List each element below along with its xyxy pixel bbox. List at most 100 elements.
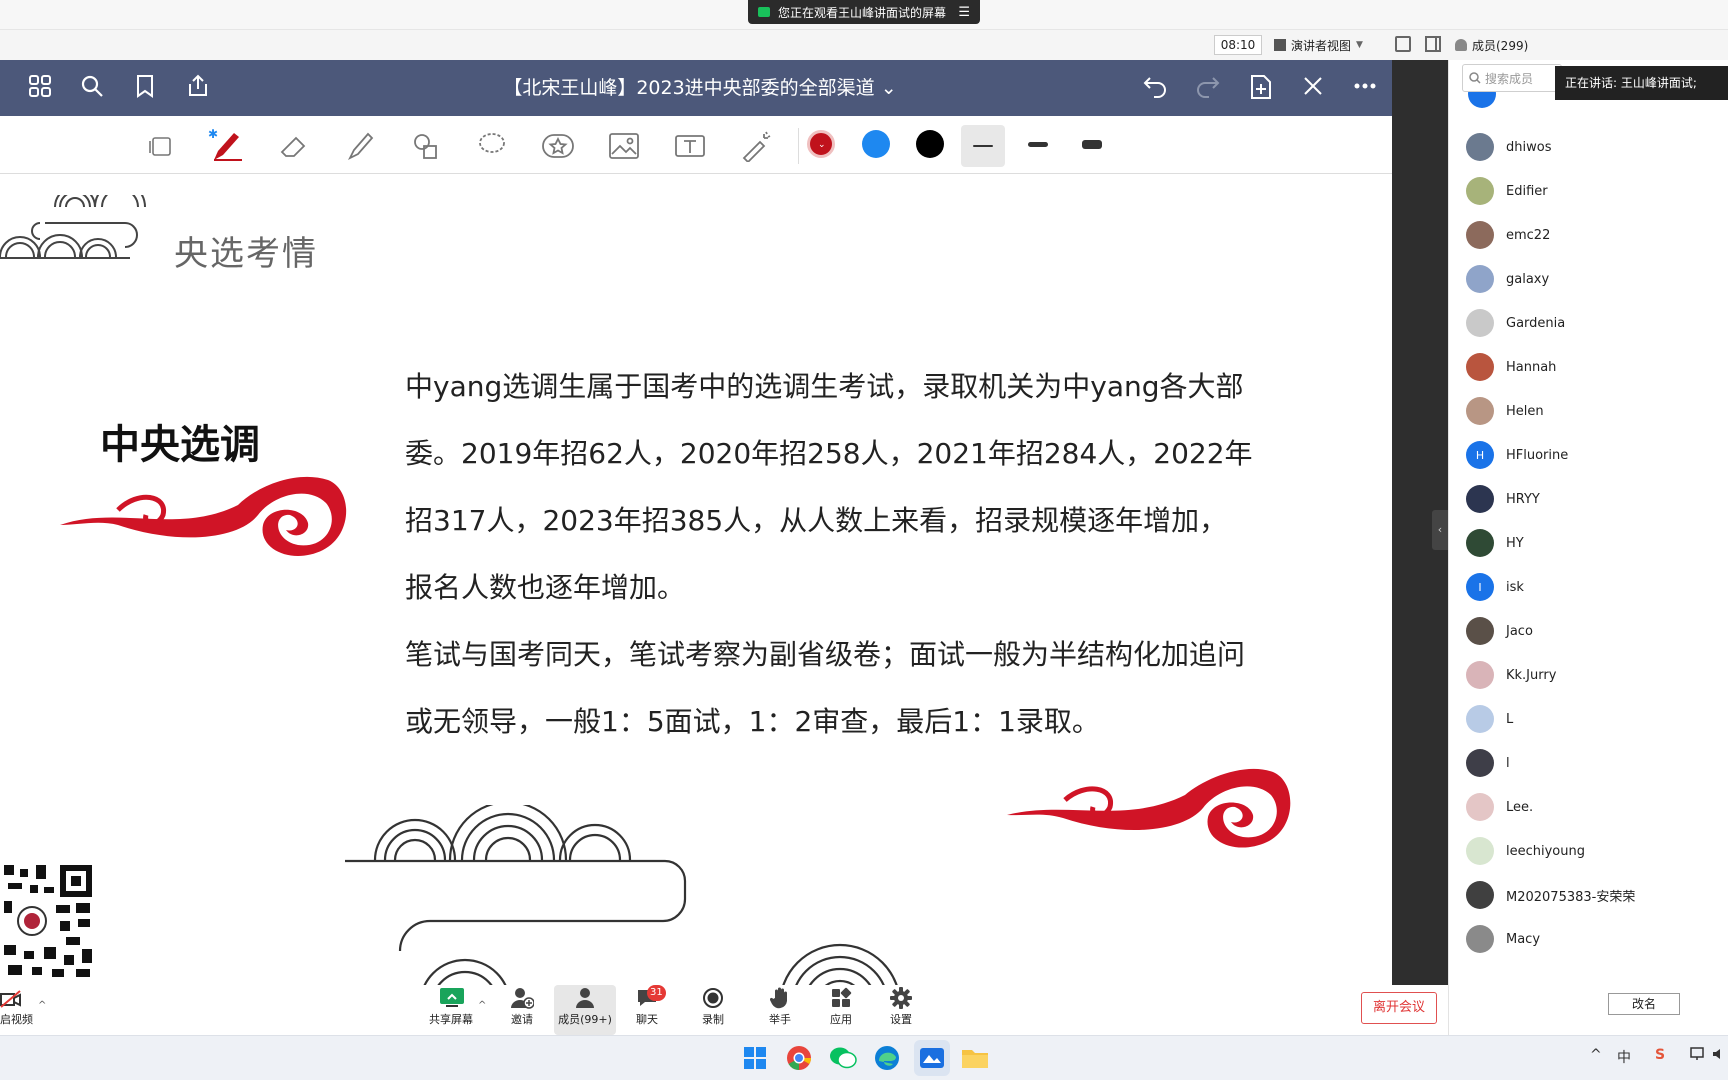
share-icon[interactable] (184, 74, 212, 102)
text-box-icon[interactable] (672, 128, 708, 164)
avatar (1466, 529, 1494, 557)
fullscreen-icon[interactable] (1395, 36, 1411, 52)
member-row[interactable]: l (1466, 743, 1706, 783)
meeting-timer: 08:10 (1214, 35, 1262, 55)
windows-start-icon[interactable] (740, 1043, 770, 1073)
member-row[interactable]: L (1466, 699, 1706, 739)
cloud-ornament-bottom (345, 805, 898, 985)
member-name: M202075383-安荣荣 (1506, 889, 1636, 905)
raise-hand-button[interactable]: 举手 (750, 985, 810, 1035)
member-name: Jaco (1506, 623, 1533, 639)
member-name: HRYY (1506, 491, 1540, 507)
member-row[interactable]: H HFluorine (1466, 435, 1706, 475)
invite-button[interactable]: 邀请 (492, 985, 552, 1035)
search-icon (1469, 72, 1481, 84)
meeting-app-icon[interactable] (914, 1040, 950, 1076)
laser-pointer-icon[interactable] (738, 128, 774, 164)
speaking-indicator: 正在讲话: 王山峰讲面试; (1555, 66, 1728, 100)
pen-tool-icon[interactable]: ✱ (208, 128, 244, 164)
members-icon (573, 987, 597, 1011)
color-black-swatch[interactable] (916, 130, 944, 158)
screen-share-banner[interactable]: 您正在观看王山峰讲面试的屏幕 ☰ (748, 0, 980, 24)
member-row[interactable]: Iisk (1466, 567, 1706, 607)
shapes-icon[interactable] (408, 128, 444, 164)
member-row[interactable]: Jaco (1466, 611, 1706, 651)
sogou-input-icon[interactable]: S (1655, 1047, 1665, 1063)
member-row[interactable]: Hannah (1466, 347, 1706, 387)
member-row[interactable]: Macy (1466, 919, 1706, 959)
color-blue-swatch[interactable] (862, 130, 890, 158)
stroke-thin-option[interactable] (961, 125, 1005, 167)
redo-icon[interactable] (1194, 74, 1222, 102)
avatar (1466, 661, 1494, 689)
avatar: H (1466, 441, 1494, 469)
member-name: Kk.Jurry (1506, 667, 1557, 683)
member-row[interactable]: emc22 (1466, 215, 1706, 255)
avatar (1466, 617, 1494, 645)
chevron-up-icon[interactable]: ^ (478, 1000, 486, 1011)
apps-label: 应用 (830, 1013, 852, 1026)
video-button[interactable]: 启视频 (0, 990, 33, 1027)
menu-icon[interactable]: ☰ (958, 5, 970, 20)
member-name: HFluorine (1506, 447, 1569, 463)
highlighter-icon[interactable] (342, 128, 378, 164)
avatar (1466, 353, 1494, 381)
leave-meeting-button[interactable]: 离开会议 (1361, 992, 1437, 1024)
collapse-icon[interactable] (1299, 74, 1327, 102)
avatar (1466, 793, 1494, 821)
stroke-medium-option[interactable] (1016, 136, 1060, 152)
avatar (1466, 309, 1494, 337)
member-name: HY (1506, 535, 1524, 551)
file-explorer-icon[interactable] (960, 1043, 990, 1073)
edge-icon[interactable] (872, 1043, 902, 1073)
add-page-icon[interactable] (1247, 74, 1275, 102)
settings-button[interactable]: 设置 (871, 985, 931, 1035)
member-row[interactable]: HRYY (1466, 479, 1706, 519)
member-row[interactable]: leechiyoung (1466, 831, 1706, 871)
undo-icon[interactable] (1141, 74, 1169, 102)
stroke-thick-option[interactable] (1070, 136, 1114, 152)
bookmark-icon[interactable] (131, 74, 159, 102)
color-red-swatch[interactable]: ⌄ (807, 130, 835, 158)
member-row[interactable]: Edifier (1466, 171, 1706, 211)
member-row[interactable]: Gardenia (1466, 303, 1706, 343)
avatar (1466, 397, 1494, 425)
lasso-icon[interactable] (474, 128, 510, 164)
search-icon[interactable] (78, 74, 106, 102)
eraser-icon[interactable] (276, 128, 312, 164)
member-search-input[interactable]: 搜索成员 (1462, 64, 1562, 92)
document-title[interactable]: 【北宋王山峰】2023进中央部委的全部渠道 ⌄ (440, 60, 960, 116)
collapse-panel-icon[interactable]: ‹ (1432, 510, 1448, 550)
page-layout-icon[interactable] (142, 128, 178, 164)
member-name: Edifier (1506, 183, 1548, 199)
chrome-icon[interactable] (784, 1043, 814, 1073)
apps-button[interactable]: 应用 (811, 985, 871, 1035)
network-icon[interactable] (1690, 1047, 1706, 1065)
view-mode-dropdown[interactable]: 演讲者视图 ▼ (1274, 34, 1382, 56)
image-icon[interactable] (606, 128, 642, 164)
wechat-icon[interactable] (828, 1043, 858, 1073)
qr-code[interactable] (0, 861, 96, 981)
chevron-up-icon[interactable]: ^ (1590, 1047, 1602, 1063)
avatar (1466, 485, 1494, 513)
members-button[interactable]: 成员(99+) (554, 985, 616, 1035)
avatar (1466, 265, 1494, 293)
more-icon[interactable] (1351, 74, 1379, 102)
chevron-up-icon[interactable]: ^ (38, 1000, 46, 1011)
ime-indicator[interactable]: 中 (1617, 1047, 1631, 1067)
member-row[interactable]: Lee. (1466, 787, 1706, 827)
record-button[interactable]: 录制 (683, 985, 743, 1035)
sticker-icon[interactable] (540, 128, 576, 164)
member-row[interactable]: Kk.Jurry (1466, 655, 1706, 695)
rename-button[interactable]: 改名 (1608, 993, 1680, 1015)
member-row[interactable]: M202075383-安荣荣 (1466, 875, 1706, 915)
member-row[interactable]: galaxy (1466, 259, 1706, 299)
side-panel-icon[interactable] (1425, 36, 1441, 52)
member-name: Gardenia (1506, 315, 1566, 331)
speaker-icon[interactable] (1712, 1047, 1726, 1065)
grid-icon[interactable] (26, 74, 54, 102)
member-row[interactable]: Helen (1466, 391, 1706, 431)
share-screen-button[interactable]: 共享屏幕 (421, 985, 481, 1035)
member-row[interactable]: dhiwos (1466, 127, 1706, 167)
member-row[interactable]: HY (1466, 523, 1706, 563)
